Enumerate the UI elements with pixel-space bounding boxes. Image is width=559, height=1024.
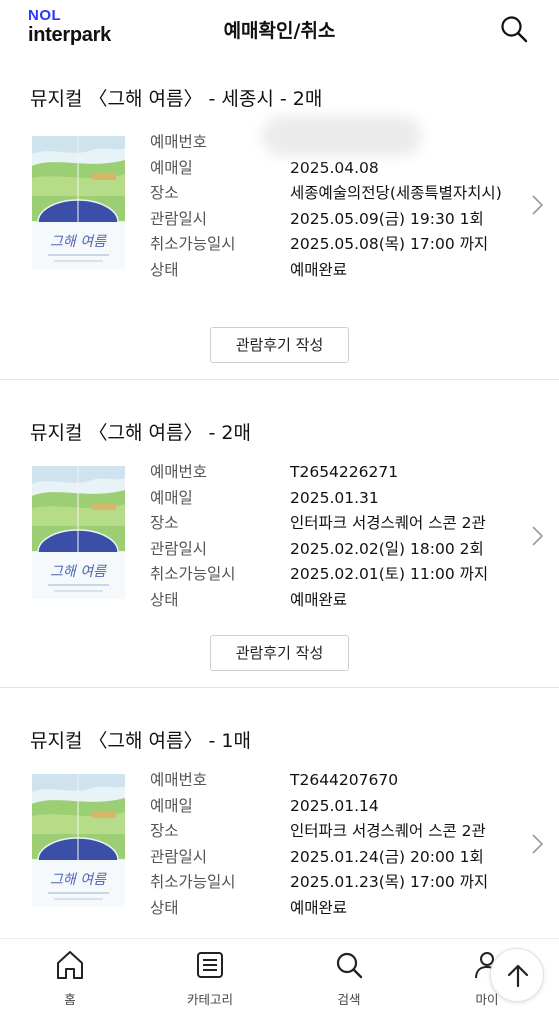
value: 2025.04.08 (290, 158, 379, 177)
label: 관람일시 (150, 209, 208, 228)
status-value: 예매완료 (290, 260, 348, 279)
booking-title: 뮤지컬 〈그해 여름〉 - 1매 (30, 730, 251, 752)
info-row-show-datetime: 관람일시 2025.05.09(금) 19:30 1회 (150, 207, 510, 233)
info-row-venue: 장소 인터파크 서경스퀘어 스콘 2관 (150, 511, 510, 537)
nav-home[interactable]: 홈 (25, 949, 115, 1008)
info-row-booking-number: 예매번호 T2644207670 (150, 768, 510, 794)
info-row-venue: 장소 인터파크 서경스퀘어 스콘 2관 (150, 819, 510, 845)
status-value: 예매완료 (290, 898, 348, 917)
value: 2025.01.14 (290, 796, 379, 815)
nav-home-label: 홈 (64, 992, 76, 1007)
write-review-button[interactable]: 관람후기 작성 (210, 635, 349, 671)
label: 장소 (150, 514, 179, 532)
label: 예매일 (150, 796, 193, 815)
nav-search-label: 검색 (337, 992, 361, 1007)
info-row-booking-date: 예매일 2025.01.31 (150, 486, 510, 512)
booking-card[interactable]: 뮤지컬 〈그해 여름〉 - 세종시 - 2매 그해 여름 예매번호 예매일 202… (0, 62, 559, 380)
info-row-cancel-deadline: 취소가능일시 2025.01.23(목) 17:00 까지 (150, 870, 510, 896)
bottom-navigation: 홈 카테고리 검색 마이 (0, 938, 559, 1024)
show-poster: 그해 여름 (32, 136, 125, 269)
show-poster: 그해 여름 (32, 466, 125, 599)
info-row-show-datetime: 관람일시 2025.01.24(금) 20:00 1회 (150, 845, 510, 871)
value: 인터파크 서경스퀘어 스콘 2관 (290, 514, 486, 532)
value: 2025.01.31 (290, 488, 379, 507)
value: 2025.02.02(일) 18:00 2회 (290, 539, 484, 558)
value: T2654226271 (290, 463, 399, 481)
info-row-cancel-deadline: 취소가능일시 2025.02.01(토) 11:00 까지 (150, 562, 510, 588)
label: 관람일시 (150, 847, 208, 866)
value: T2644207670 (290, 771, 399, 789)
label: 예매번호 (150, 463, 208, 481)
value: 세종예술의전당(세종특별자치시) (290, 184, 502, 202)
label: 상태 (150, 898, 179, 917)
status-value: 예매완료 (290, 590, 348, 609)
booking-card[interactable]: 뮤지컬 〈그해 여름〉 - 1매 그해 여름 예매번호 T2644207670 예… (0, 688, 559, 938)
category-list-icon (197, 952, 223, 978)
label: 예매번호 (150, 771, 208, 789)
chevron-right-icon[interactable] (529, 525, 545, 547)
top-header: NOL interpark 예매확인/취소 (0, 0, 559, 62)
page-title: 예매확인/취소 (223, 20, 336, 42)
label: 상태 (150, 590, 179, 609)
poster-title-text: 그해 여름 (50, 234, 107, 250)
chevron-right-icon[interactable] (529, 194, 545, 216)
label: 장소 (150, 822, 179, 840)
info-row-show-datetime: 관람일시 2025.02.02(일) 18:00 2회 (150, 537, 510, 563)
info-row-booking-date: 예매일 2025.04.08 (150, 156, 510, 182)
poster-title-text: 그해 여름 (50, 564, 107, 580)
search-icon[interactable] (499, 14, 529, 44)
booking-info: 예매번호 T2644207670 예매일 2025.01.14 장소 인터파크 서경스… (150, 768, 510, 921)
label: 취소가능일시 (150, 235, 236, 253)
redacted-booking-number (262, 116, 422, 156)
info-row-cancel-deadline: 취소가능일시 2025.05.08(목) 17:00 까지 (150, 232, 510, 258)
label: 취소가능일시 (150, 565, 236, 583)
booking-card[interactable]: 뮤지컬 〈그해 여름〉 - 2매 그해 여름 예매번호 T2654226271 예… (0, 380, 559, 688)
info-row-status: 상태 예매완료 (150, 896, 510, 922)
chevron-right-icon[interactable] (529, 833, 545, 855)
value: 2025.01.24(금) 20:00 1회 (290, 847, 484, 866)
home-icon (57, 951, 83, 979)
value: 2025.05.08(목) 17:00 까지 (290, 235, 489, 253)
show-poster: 그해 여름 (32, 774, 125, 907)
scroll-to-top-button[interactable] (490, 948, 544, 1002)
poster-title-text: 그해 여름 (50, 872, 107, 888)
value: 2025.01.23(목) 17:00 까지 (290, 873, 489, 891)
value: 2025.02.01(토) 11:00 까지 (290, 565, 489, 583)
booking-info: 예매번호 T2654226271 예매일 2025.01.31 장소 인터파크 서경스… (150, 460, 510, 613)
booking-title: 뮤지컬 〈그해 여름〉 - 2매 (30, 422, 251, 444)
arrow-up-icon (507, 964, 529, 988)
info-row-status: 상태 예매완료 (150, 258, 510, 284)
label: 취소가능일시 (150, 873, 236, 891)
value: 2025.05.09(금) 19:30 1회 (290, 209, 484, 228)
nav-category-label: 카테고리 (186, 992, 233, 1007)
booking-title: 뮤지컬 〈그해 여름〉 - 세종시 - 2매 (30, 88, 323, 110)
label: 예매일 (150, 488, 193, 507)
nav-search[interactable]: 검색 (304, 949, 394, 1008)
label: 관람일시 (150, 539, 208, 558)
label: 장소 (150, 184, 179, 202)
info-row-booking-number: 예매번호 T2654226271 (150, 460, 510, 486)
info-row-venue: 장소 세종예술의전당(세종특별자치시) (150, 181, 510, 207)
info-row-booking-date: 예매일 2025.01.14 (150, 794, 510, 820)
write-review-button[interactable]: 관람후기 작성 (210, 327, 349, 363)
value: 인터파크 서경스퀘어 스콘 2관 (290, 822, 486, 840)
search-icon (336, 952, 363, 979)
label: 예매일 (150, 158, 193, 177)
nav-category[interactable]: 카테고리 (165, 949, 255, 1008)
info-row-status: 상태 예매완료 (150, 588, 510, 614)
label: 상태 (150, 260, 179, 279)
